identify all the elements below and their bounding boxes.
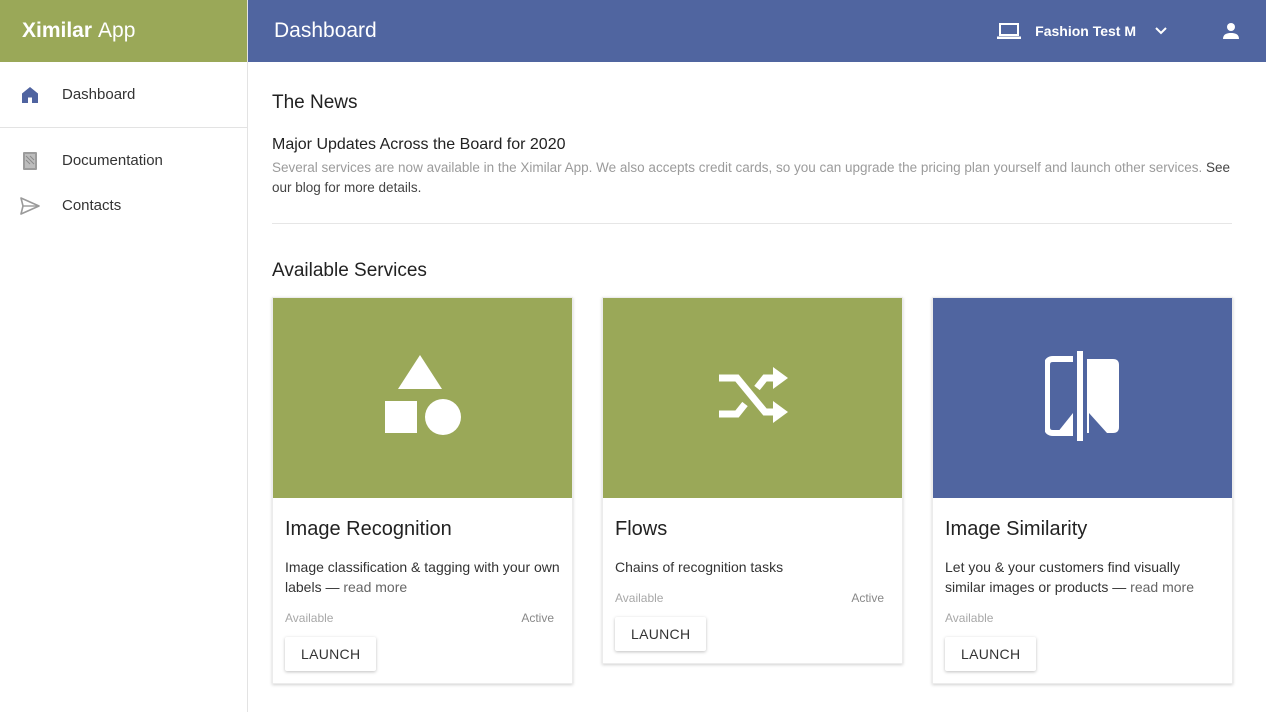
- card-title: Image Similarity: [945, 518, 1088, 540]
- sidebar-item-label: Contacts: [62, 197, 122, 214]
- available-label: Available: [945, 611, 994, 625]
- sidebar-item-dashboard[interactable]: Dashboard: [0, 62, 247, 128]
- card-description: Chains of recognition tasks: [615, 557, 890, 577]
- account-name: Fashion Test M: [1035, 23, 1136, 39]
- card-title: Flows: [615, 518, 668, 540]
- read-more-link[interactable]: read more: [1130, 579, 1194, 595]
- service-card-image-recognition: Image Recognition Image classification &…: [272, 297, 573, 684]
- card-title: Image Recognition: [285, 518, 452, 540]
- sidebar-item-documentation[interactable]: Documentation: [0, 138, 247, 183]
- launch-button[interactable]: LAUNCH: [615, 617, 707, 651]
- card-description: Image classification & tagging with your…: [285, 557, 560, 597]
- services-heading: Available Services: [272, 260, 427, 281]
- home-icon: [20, 85, 40, 105]
- shuffle-icon: [717, 366, 789, 431]
- chevron-down-icon: [1154, 26, 1168, 36]
- main-content: The News Major Updates Across the Board …: [272, 62, 1233, 684]
- compare-icon: [1043, 350, 1121, 446]
- news-heading: The News: [272, 92, 358, 113]
- active-label: Active: [521, 611, 554, 625]
- available-label: Available: [615, 591, 664, 605]
- card-hero: [273, 298, 572, 498]
- shapes-icon: [383, 354, 463, 442]
- book-icon: [20, 151, 40, 171]
- account-selector[interactable]: Fashion Test M: [997, 22, 1168, 40]
- active-label: Active: [851, 591, 884, 605]
- card-hero: [603, 298, 902, 498]
- card-hero: [933, 298, 1232, 498]
- service-card-image-similarity: Image Similarity Let you & your customer…: [932, 297, 1233, 684]
- card-status: Available Active: [615, 591, 890, 605]
- sidebar: Ximilar App Dashboard Documentation Cont…: [0, 0, 248, 712]
- launch-button[interactable]: LAUNCH: [945, 637, 1037, 671]
- divider: [272, 223, 1232, 224]
- available-label: Available: [285, 611, 334, 625]
- card-description-text: Chains of recognition tasks: [615, 559, 784, 575]
- send-icon: [20, 196, 40, 216]
- news-body-text: Several services are now available in th…: [272, 160, 1203, 175]
- laptop-icon: [997, 22, 1022, 40]
- top-bar: Dashboard Fashion Test M: [248, 0, 1266, 62]
- user-icon[interactable]: [1222, 22, 1240, 40]
- news-title: Major Updates Across the Board for 2020: [272, 136, 566, 153]
- sidebar-item-label: Dashboard: [62, 86, 136, 103]
- page-title: Dashboard: [274, 19, 377, 42]
- sidebar-item-contacts[interactable]: Contacts: [0, 183, 247, 228]
- sidebar-item-label: Documentation: [62, 152, 163, 169]
- service-card-flows: Flows Chains of recognition tasks Availa…: [602, 297, 903, 664]
- brand-name-light: App: [98, 19, 136, 42]
- card-status: Available Active: [285, 611, 560, 625]
- card-status: Available: [945, 611, 1220, 625]
- launch-button[interactable]: LAUNCH: [285, 637, 377, 671]
- app-logo[interactable]: Ximilar App: [0, 0, 247, 62]
- card-description: Let you & your customers find visually s…: [945, 557, 1220, 597]
- brand-name-bold: Ximilar: [22, 19, 93, 42]
- news-body: Several services are now available in th…: [272, 158, 1232, 198]
- card-description-text: Image classification & tagging with your…: [285, 559, 560, 595]
- read-more-link[interactable]: read more: [343, 579, 407, 595]
